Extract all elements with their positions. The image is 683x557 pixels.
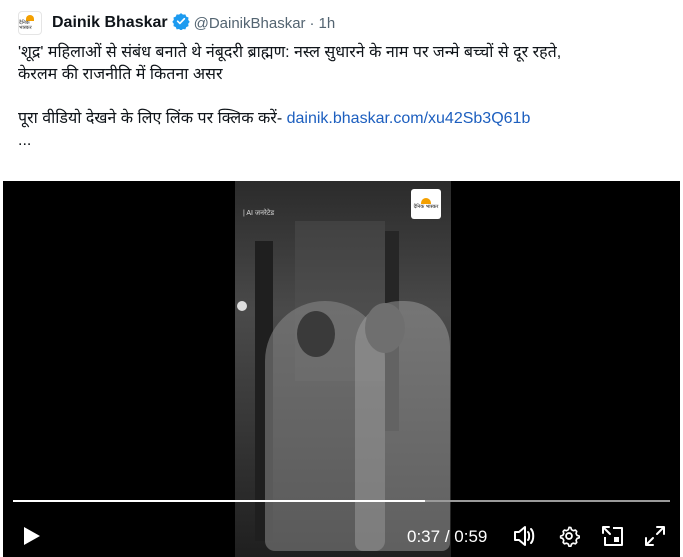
current-time: 0:37 (407, 527, 441, 546)
tweet-text-line-2: केरलम की राजनीति में कितना असर (18, 66, 223, 83)
tweet-text-line-3: पूरा वीडियो देखने के लिए लिंक पर क्लिक क… (18, 108, 668, 130)
progress-fill (13, 500, 425, 502)
play-icon[interactable] (23, 526, 41, 551)
logo-text: दैनिक भास्कर (413, 204, 439, 210)
oil-lamp (237, 301, 247, 311)
video-timer: 0:37 / 0:59 (407, 527, 487, 547)
tweet-header: दैनिक भास्कर Dainik Bhaskar @DainikBhask… (18, 10, 335, 36)
author-handle[interactable]: @DainikBhaskar (194, 15, 306, 32)
video-progress-bar[interactable] (13, 500, 670, 502)
tweet-card: दैनिक भास्कर Dainik Bhaskar @DainikBhask… (0, 0, 683, 557)
tweet-link[interactable]: dainik.bhaskar.com/xu42Sb3Q61b (287, 110, 531, 127)
avatar-text: दैनिक भास्कर (19, 20, 32, 31)
woman-head (297, 311, 335, 357)
post-time[interactable]: 1h (319, 15, 336, 32)
man-head (365, 303, 405, 353)
settings-gear-icon[interactable] (558, 525, 580, 552)
picture-in-picture-icon[interactable] (601, 525, 625, 552)
tweet-ellipsis: ... (18, 132, 32, 149)
video-brand-logo: दैनिक भास्कर (411, 189, 441, 219)
cta-text: पूरा वीडियो देखने के लिए लिंक पर क्लिक क… (18, 110, 283, 127)
verified-badge-icon (171, 12, 190, 35)
separator-dot: · (309, 14, 315, 32)
ai-generated-watermark: | AI जनरेटेड (243, 210, 275, 217)
video-controls: 0:37 / 0:59 (3, 518, 680, 554)
tweet-text: 'शूद्र' महिलाओं से संबंध बनाते थे नंबूदर… (18, 42, 668, 152)
video-player[interactable]: | AI जनरेटेड दैनिक भास्कर 0:37 / 0:59 (3, 181, 680, 557)
author-name[interactable]: Dainik Bhaskar (52, 14, 168, 32)
duration: 0:59 (454, 527, 488, 546)
volume-icon[interactable] (513, 525, 537, 552)
time-separator: / (440, 527, 455, 546)
fullscreen-icon[interactable] (644, 525, 666, 552)
author-avatar[interactable]: दैनिक भास्कर (18, 11, 42, 35)
tweet-text-line-1: 'शूद्र' महिलाओं से संबंध बनाते थे नंबूदर… (18, 44, 562, 61)
